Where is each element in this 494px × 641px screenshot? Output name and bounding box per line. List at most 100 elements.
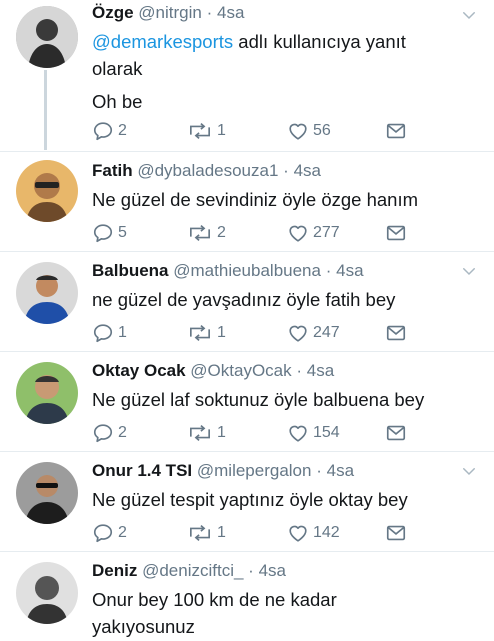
tweet-actions: 5 2 277 xyxy=(92,222,407,244)
retweet-count: 1 xyxy=(217,122,226,139)
separator-dot: · xyxy=(283,161,289,180)
direct-message-button[interactable] xyxy=(385,222,407,244)
separator-dot: · xyxy=(316,461,322,480)
tweet-text: Ne güzel de sevindiniz öyle özge hanım xyxy=(92,189,418,210)
reply-button[interactable]: 2 xyxy=(92,422,187,444)
tweet-text: Oh be xyxy=(92,91,143,112)
user-handle[interactable]: @milepergalon xyxy=(197,461,312,480)
reply-icon xyxy=(92,422,114,444)
retweet-count: 1 xyxy=(217,424,226,441)
chevron-down-icon[interactable] xyxy=(460,6,478,24)
heart-icon xyxy=(287,422,309,444)
tweet-text: Ne güzel tespit yaptınız öyle oktay bey xyxy=(92,489,408,510)
envelope-icon xyxy=(385,422,407,444)
like-count: 142 xyxy=(313,524,340,541)
tweet[interactable]: Deniz @denizciftci_ · 4sa Onur bey 100 k… xyxy=(0,552,494,641)
retweet-button[interactable]: 1 xyxy=(187,120,287,142)
user-handle[interactable]: @nitrgin xyxy=(138,3,202,22)
tweet[interactable]: Balbuena @mathieubalbuena · 4sa ne güzel… xyxy=(0,252,494,352)
user-handle[interactable]: @dybaladesouza1 xyxy=(137,161,278,180)
avatar[interactable] xyxy=(16,562,78,624)
display-name[interactable]: Özge xyxy=(92,3,134,22)
envelope-icon xyxy=(385,322,407,344)
direct-message-button[interactable] xyxy=(385,522,407,544)
user-handle[interactable]: @mathieubalbuena xyxy=(173,261,321,280)
reply-button[interactable]: 5 xyxy=(92,222,187,244)
tweet-text: Ne güzel laf soktunuz öyle balbuena bey xyxy=(92,389,425,410)
retweet-button[interactable]: 2 xyxy=(187,222,287,244)
timestamp[interactable]: 4sa xyxy=(336,261,363,280)
avatar[interactable] xyxy=(16,160,78,222)
display-name[interactable]: Oktay Ocak xyxy=(92,361,186,380)
mention-link[interactable]: @demarkesports xyxy=(92,31,233,52)
avatar[interactable] xyxy=(16,462,78,524)
tweet-header: Özge @nitrgin · 4sa xyxy=(92,2,450,24)
chevron-down-icon[interactable] xyxy=(460,262,478,280)
user-handle[interactable]: @denizciftci_ xyxy=(142,561,243,580)
reply-icon xyxy=(92,120,114,142)
reply-button[interactable]: 1 xyxy=(92,322,187,344)
retweet-button[interactable]: 1 xyxy=(187,522,287,544)
like-button[interactable]: 142 xyxy=(287,522,385,544)
retweet-count: 1 xyxy=(217,324,226,341)
avatar[interactable] xyxy=(16,262,78,324)
retweet-icon xyxy=(187,120,213,142)
chevron-down-icon[interactable] xyxy=(460,462,478,480)
tweet[interactable]: Onur 1.4 TSI @milepergalon · 4sa Ne güze… xyxy=(0,452,494,552)
user-handle[interactable]: @OktayOcak xyxy=(190,361,291,380)
avatar[interactable] xyxy=(16,362,78,424)
avatar[interactable] xyxy=(16,6,78,68)
like-button[interactable]: 247 xyxy=(287,322,385,344)
reply-count: 2 xyxy=(118,424,127,441)
reply-button[interactable]: 2 xyxy=(92,120,187,142)
retweet-button[interactable]: 1 xyxy=(187,322,287,344)
heart-icon xyxy=(287,522,309,544)
reply-icon xyxy=(92,222,114,244)
tweet-actions: 2 1 154 xyxy=(92,422,407,444)
direct-message-button[interactable] xyxy=(385,120,407,142)
reply-button[interactable]: 2 xyxy=(92,522,187,544)
direct-message-button[interactable] xyxy=(385,422,407,444)
like-button[interactable]: 154 xyxy=(287,422,385,444)
tweet-actions: 1 1 247 xyxy=(92,322,407,344)
retweet-icon xyxy=(187,522,213,544)
retweet-icon xyxy=(187,222,213,244)
like-button[interactable]: 277 xyxy=(287,222,385,244)
display-name[interactable]: Deniz xyxy=(92,561,137,580)
like-count: 56 xyxy=(313,122,331,139)
tweet[interactable]: Özge @nitrgin · 4sa @demarkesports adlı … xyxy=(0,0,494,152)
tweet[interactable]: Oktay Ocak @OktayOcak · 4sa Ne güzel laf… xyxy=(0,352,494,452)
timestamp[interactable]: 4sa xyxy=(294,161,321,180)
retweet-icon xyxy=(187,322,213,344)
reply-count: 1 xyxy=(118,324,127,341)
retweet-icon xyxy=(187,422,213,444)
like-count: 154 xyxy=(313,424,340,441)
like-count: 277 xyxy=(313,224,340,241)
reply-count: 2 xyxy=(118,524,127,541)
reply-icon xyxy=(92,322,114,344)
tweet[interactable]: Fatih @dybaladesouza1 · 4sa Ne güzel de … xyxy=(0,152,494,252)
tweet-header: Balbuena @mathieubalbuena · 4sa xyxy=(92,260,450,282)
display-name[interactable]: Balbuena xyxy=(92,261,169,280)
tweet-actions: 2 1 142 xyxy=(92,522,407,544)
reply-count: 2 xyxy=(118,122,127,139)
timestamp[interactable]: 4sa xyxy=(217,3,244,22)
tweet-header: Oktay Ocak @OktayOcak · 4sa xyxy=(92,360,450,382)
direct-message-button[interactable] xyxy=(385,322,407,344)
separator-dot: · xyxy=(296,361,303,380)
envelope-icon xyxy=(385,222,407,244)
envelope-icon xyxy=(385,522,407,544)
timestamp[interactable]: 4sa xyxy=(259,561,286,580)
like-button[interactable]: 56 xyxy=(287,120,385,142)
display-name[interactable]: Onur 1.4 TSI xyxy=(92,461,192,480)
timestamp[interactable]: 4sa xyxy=(327,461,354,480)
envelope-icon xyxy=(385,120,407,142)
timestamp[interactable]: 4sa xyxy=(307,361,334,380)
retweet-button[interactable]: 1 xyxy=(187,422,287,444)
tweet-text: Onur bey 100 km de ne kadar yakıyosunuz xyxy=(92,589,337,637)
reply-count: 5 xyxy=(118,224,127,241)
reply-context: @demarkesports adlı kullanıcıya yanıt ol… xyxy=(92,28,450,82)
display-name[interactable]: Fatih xyxy=(92,161,133,180)
heart-icon xyxy=(287,120,309,142)
like-count: 247 xyxy=(313,324,340,341)
